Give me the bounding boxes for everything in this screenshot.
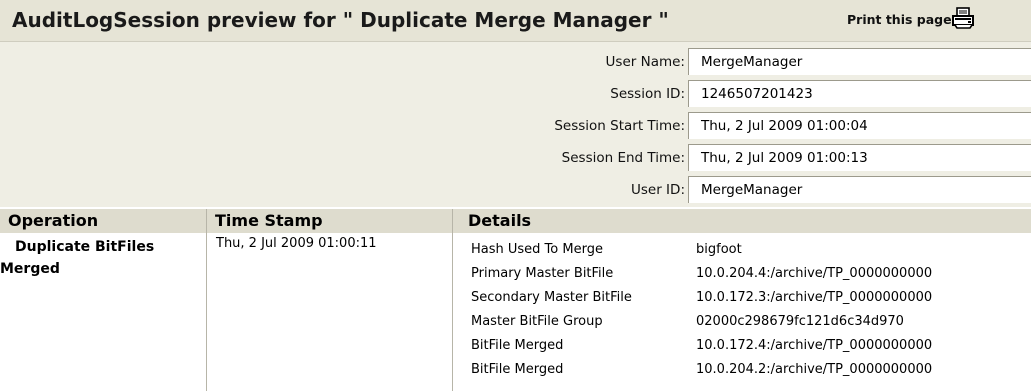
session-id-value: 1246507201423 xyxy=(688,80,1031,107)
print-page-link[interactable]: Print this page xyxy=(847,12,952,27)
user-id-value: MergeManager xyxy=(688,176,1031,203)
detail-key: Hash Used To Merge xyxy=(471,242,603,257)
session-id-label: Session ID: xyxy=(610,86,685,102)
detail-key: Master BitFile Group xyxy=(471,314,603,329)
column-header-time-stamp: Time Stamp xyxy=(207,209,452,233)
detail-value: 10.0.204.2:/archive/TP_0000000000 xyxy=(696,362,933,377)
session-end-row: Session End Time: Thu, 2 Jul 2009 01:00:… xyxy=(0,142,1031,173)
detail-key: Secondary Master BitFile xyxy=(471,290,632,305)
column-header-details: Details xyxy=(453,209,1031,233)
details-row: BitFile Merged 10.0.204.2:/archive/TP_00… xyxy=(468,358,1031,380)
detail-value: 10.0.172.3:/archive/TP_0000000000 xyxy=(696,290,933,305)
header-bar: AuditLogSession preview for " Duplicate … xyxy=(0,0,1031,42)
session-end-value: Thu, 2 Jul 2009 01:00:13 xyxy=(688,144,1031,171)
page-title: AuditLogSession preview for " Duplicate … xyxy=(12,8,669,32)
session-start-row: Session Start Time: Thu, 2 Jul 2009 01:0… xyxy=(0,110,1031,141)
user-id-label: User ID: xyxy=(631,182,685,198)
details-row: Master BitFile Group 02000c298679fc121d6… xyxy=(468,310,1031,332)
detail-value: bigfoot xyxy=(696,242,742,257)
user-name-label: User Name: xyxy=(605,54,685,70)
detail-value: 10.0.172.4:/archive/TP_0000000000 xyxy=(696,338,933,353)
user-name-value: MergeManager xyxy=(688,48,1031,75)
session-info-panel: User Name: MergeManager Session ID: 1246… xyxy=(0,42,1031,207)
details-row: Primary Master BitFile 10.0.204.4:/archi… xyxy=(468,262,1031,284)
session-start-label: Session Start Time: xyxy=(554,118,685,134)
column-divider xyxy=(206,209,207,391)
operation-cell: Duplicate BitFiles Merged xyxy=(0,239,155,277)
details-row: Hash Used To Merge bigfoot xyxy=(468,238,1031,260)
session-id-row: Session ID: 1246507201423 xyxy=(0,78,1031,109)
detail-value: 02000c298679fc121d6c34d970 xyxy=(696,314,904,329)
column-divider xyxy=(452,209,453,391)
session-start-value: Thu, 2 Jul 2009 01:00:04 xyxy=(688,112,1031,139)
detail-key: BitFile Merged xyxy=(471,362,564,377)
detail-value: 10.0.204.4:/archive/TP_0000000000 xyxy=(696,266,933,281)
printer-icon[interactable] xyxy=(951,7,976,29)
user-id-row: User ID: MergeManager xyxy=(0,174,1031,205)
detail-key: Primary Master BitFile xyxy=(471,266,614,281)
user-name-row: User Name: MergeManager xyxy=(0,46,1031,77)
details-row: Secondary Master BitFile 10.0.172.3:/arc… xyxy=(468,286,1031,308)
audit-log-session-page: AuditLogSession preview for " Duplicate … xyxy=(0,0,1031,391)
session-end-label: Session End Time: xyxy=(561,150,685,166)
timestamp-cell: Thu, 2 Jul 2009 01:00:11 xyxy=(216,236,377,251)
details-row: BitFile Merged 10.0.172.4:/archive/TP_00… xyxy=(468,334,1031,356)
column-header-operation: Operation xyxy=(0,209,206,233)
detail-key: BitFile Merged xyxy=(471,338,564,353)
